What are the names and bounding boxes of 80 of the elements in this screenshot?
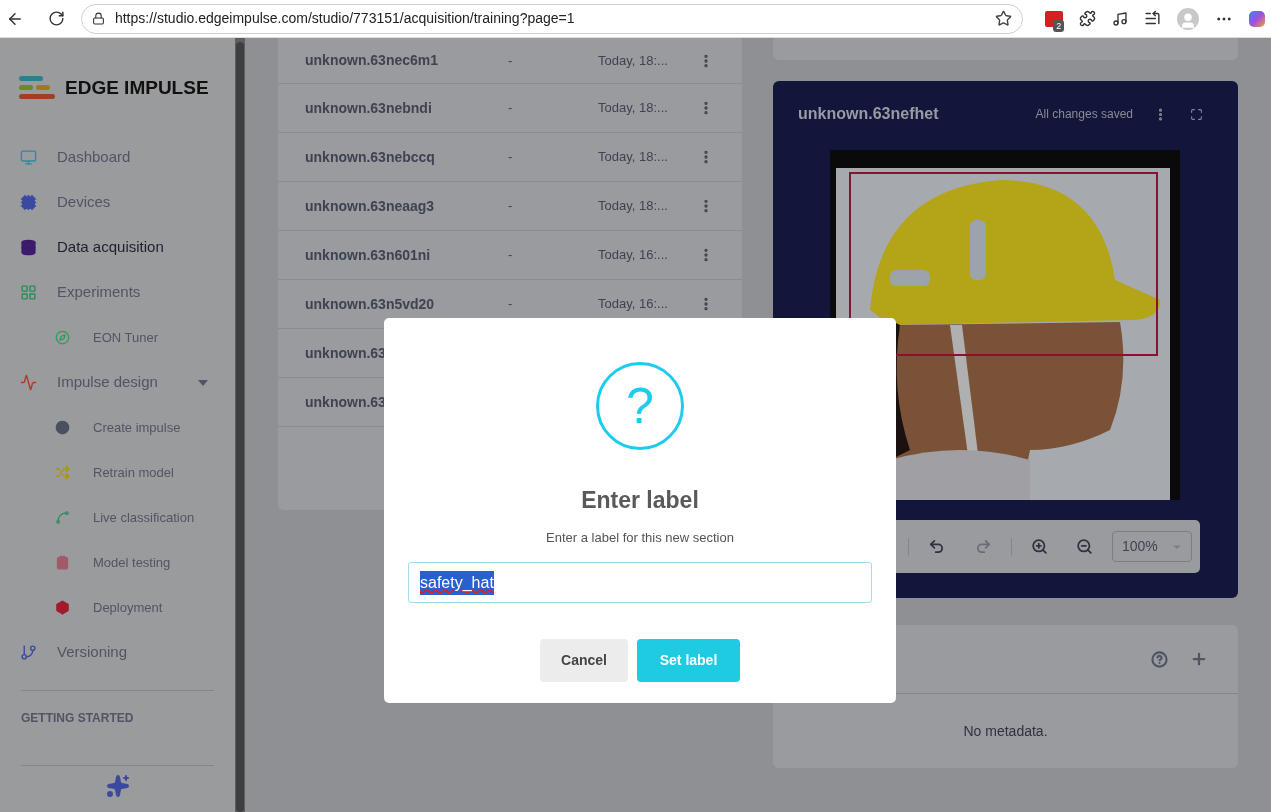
lock-icon — [91, 12, 105, 25]
reload-icon[interactable] — [47, 10, 65, 27]
sparkles-icon — [105, 774, 130, 798]
sample-row[interactable]: unknown.63n601ni - Today, 16:... — [278, 231, 742, 280]
favorite-icon[interactable] — [995, 10, 1013, 27]
extension-badge: 2 — [1053, 19, 1065, 32]
cancel-button[interactable]: Cancel — [540, 639, 628, 682]
sample-name: unknown.63nebccq — [305, 147, 436, 167]
cube-icon — [55, 600, 70, 615]
sample-date: Today, 16:... — [598, 295, 669, 314]
nav-item[interactable]: Create impulse — [0, 405, 235, 450]
grid-icon — [20, 284, 37, 301]
nav-item[interactable]: Model testing — [0, 540, 235, 585]
section-heading: GETTING STARTED — [21, 710, 135, 727]
sample-date: Today, 18:... — [598, 148, 669, 167]
sample-date: Today, 18:... — [598, 51, 669, 70]
database-icon — [20, 239, 37, 256]
sample-label: - — [508, 51, 514, 70]
zoom-out-icon[interactable] — [1076, 538, 1093, 555]
sample-name: unknown.63nec6m1 — [305, 51, 440, 70]
sample-row[interactable]: unknown.63nebndi - Today, 18:... — [278, 84, 742, 133]
nav-item[interactable]: Retrain model — [0, 450, 235, 495]
fullscreen-icon[interactable] — [1190, 107, 1203, 121]
question-icon: ? — [596, 362, 684, 450]
scrollbar-thumb[interactable] — [236, 42, 244, 812]
sample-date: Today, 16:... — [598, 246, 669, 265]
sample-row[interactable]: unknown.63nec6m1 - Today, 18:... — [278, 38, 742, 84]
clipboard-icon — [55, 555, 70, 570]
add-icon[interactable] — [1190, 650, 1208, 668]
sample-name: unknown.63n5vd20 — [305, 294, 436, 314]
label-input[interactable]: safety_hat — [408, 562, 872, 603]
sample-name: unknown.63 — [305, 343, 387, 363]
caret-icon[interactable] — [198, 379, 208, 386]
monitor-icon — [20, 149, 37, 166]
nav-item[interactable]: Impulse design — [0, 360, 235, 405]
undo-icon[interactable] — [928, 538, 945, 555]
logo-icon — [19, 75, 55, 101]
dialog-message: Enter a label for this new section — [546, 528, 734, 547]
copilot-icon[interactable] — [1249, 10, 1265, 27]
nav-item[interactable]: EON Tuner — [0, 315, 235, 360]
branch-icon — [20, 644, 37, 661]
help-icon[interactable] — [1151, 650, 1168, 668]
media-icon[interactable] — [1112, 10, 1129, 27]
sample-label: - — [508, 148, 514, 167]
brand-name: EDGE IMPULSE — [65, 75, 209, 100]
sample-label: - — [508, 99, 514, 118]
sample-label: - — [508, 295, 514, 314]
sample-row[interactable]: unknown.63nebccq - Today, 18:... — [278, 133, 742, 182]
save-status: All changes saved — [1035, 106, 1133, 123]
sample-label: - — [508, 246, 514, 265]
dot-icon — [55, 420, 70, 435]
sample-date: Today, 18:... — [598, 99, 669, 118]
sample-name: unknown.63nebndi — [305, 98, 433, 118]
sample-date: Today, 18:... — [598, 197, 669, 216]
zoom-select[interactable]: 100% — [1112, 531, 1192, 562]
nav-item[interactable]: Experiments — [0, 270, 235, 315]
sample-label: - — [508, 197, 514, 216]
nav-item[interactable]: Data acquisition — [0, 225, 235, 270]
curve-icon — [55, 510, 70, 525]
set-label-button[interactable]: Set label — [637, 639, 740, 682]
nav-item[interactable]: Deployment — [0, 585, 235, 630]
sample-title: unknown.63nefhet — [798, 104, 939, 124]
nav-item[interactable]: Devices — [0, 180, 235, 225]
shuffle-icon — [55, 465, 70, 480]
sample-name: unknown.63n601ni — [305, 245, 432, 265]
favorites-icon[interactable] — [1144, 10, 1162, 27]
chip-icon — [20, 194, 37, 211]
nav-item[interactable]: Live classification — [0, 495, 235, 540]
extensions-icon[interactable] — [1079, 10, 1097, 27]
nav-item[interactable]: Versioning — [0, 630, 235, 675]
compass-icon — [55, 330, 70, 345]
nav-item[interactable]: Dashboard — [0, 135, 235, 180]
url-text: https://studio.edgeimpulse.com/studio/773151/acquisition/training?page=1 — [114, 9, 575, 28]
zoom-in-icon[interactable] — [1031, 538, 1048, 555]
sample-row[interactable]: unknown.63neaag3 - Today, 18:... — [278, 182, 742, 231]
sample-name: unknown.63 — [305, 392, 387, 412]
empty-message: No metadata. — [963, 721, 1048, 741]
pulse-icon — [20, 374, 37, 391]
dialog-title: Enter label — [581, 486, 699, 515]
sample-name: unknown.63neaag3 — [305, 196, 436, 216]
